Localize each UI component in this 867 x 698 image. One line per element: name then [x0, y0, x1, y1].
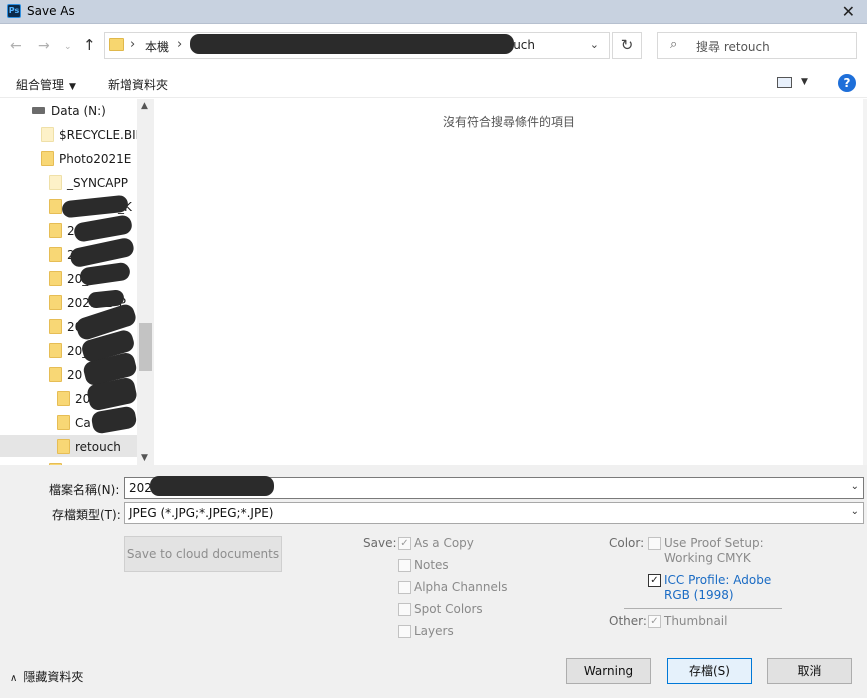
folder-icon: [49, 295, 62, 310]
view-mode-chevron-icon[interactable]: ▼: [801, 77, 808, 87]
window-title: Save As: [27, 4, 75, 18]
command-bar: 組合管理 ▼ 新增資料夾 ▼ ?: [0, 68, 867, 98]
filetype-value: JPEG (*.JPG;*.JPEG;*.JPE): [129, 506, 274, 520]
folder-icon: [57, 415, 70, 430]
tree-item-label: _SYNCAPP: [67, 176, 128, 190]
folder-icon: [49, 199, 62, 214]
redaction-mark: [190, 34, 514, 54]
checkbox-checked-icon: ✓: [648, 574, 661, 587]
folder-icon: [57, 391, 70, 406]
tree-item-label: Photo2021E: [59, 152, 132, 166]
new-folder-button[interactable]: 新增資料夾: [108, 76, 168, 93]
tree-item-label: $RECYCLE.BIN: [59, 128, 137, 142]
search-icon: ⌕: [670, 37, 678, 52]
forward-arrow-icon[interactable]: →: [38, 38, 50, 54]
chevron-up-icon: ∧: [10, 673, 18, 684]
drive-icon: [32, 107, 45, 114]
save-options-panel: 檔案名稱(N): 202 .jpg ⌄ 存檔類型(T): JPEG (*.JPG…: [0, 465, 867, 698]
search-box[interactable]: ⌕ 搜尋 retouch: [657, 32, 857, 59]
folder-icon: [109, 38, 124, 51]
folder-icon: [49, 223, 62, 238]
option-sublabel: Working CMYK: [664, 551, 751, 565]
option-label: Notes: [414, 558, 449, 572]
cancel-button[interactable]: 取消: [767, 658, 852, 684]
filetype-select[interactable]: JPEG (*.JPG;*.JPEG;*.JPE) ⌄: [124, 502, 864, 524]
option-label: Spot Colors: [414, 602, 483, 616]
option-label: Use Proof Setup:: [664, 536, 764, 550]
hide-folders-label: 隱藏資料夾: [23, 670, 84, 684]
file-list-edge: [863, 99, 867, 465]
option-label: ICC Profile: Adobe: [664, 573, 772, 587]
tree-scrollbar[interactable]: ▲ ▼: [137, 99, 154, 465]
folder-icon: [49, 175, 62, 190]
chevron-down-icon[interactable]: ⌄: [851, 506, 859, 517]
redaction-mark: [150, 476, 274, 496]
navigation-tree: Data (N:) $RECYCLE.BIN Photo2021E _SYNCA…: [0, 99, 137, 465]
organize-label: 組合管理: [16, 78, 65, 92]
scroll-down-icon[interactable]: ▼: [141, 453, 148, 463]
save-to-cloud-button[interactable]: Save to cloud documents: [124, 536, 282, 572]
checkbox-icon: [398, 625, 411, 638]
view-mode-icon[interactable]: [777, 77, 792, 88]
hide-folders-toggle[interactable]: ∧ 隱藏資料夾: [10, 668, 83, 685]
tree-item-label: Data (N:): [51, 104, 106, 118]
tree-item-retouch[interactable]: retouch: [0, 435, 137, 457]
tree-item-data-drive[interactable]: Data (N:): [0, 99, 137, 121]
options-divider: [624, 608, 782, 609]
chevron-down-icon: ▼: [69, 82, 76, 92]
option-sublabel: RGB (1998): [664, 588, 734, 602]
other-options-label: Other:: [609, 614, 647, 628]
folder-icon: [57, 439, 70, 454]
file-list-area[interactable]: 沒有符合搜尋條件的項目: [155, 99, 863, 465]
checkbox-checked-icon: ✓: [398, 537, 411, 550]
checkbox-icon: [398, 603, 411, 616]
tree-item-label: Ca: [75, 416, 91, 430]
folder-icon: [49, 271, 62, 286]
address-dropdown-chevron-icon[interactable]: ⌄: [590, 38, 599, 51]
up-folder-arrow-icon[interactable]: ↑: [83, 36, 96, 54]
option-label: Layers: [414, 624, 454, 638]
tree-item-syncapp[interactable]: _SYNCAPP: [0, 171, 137, 193]
option-label: As a Copy: [414, 536, 474, 550]
filename-label: 檔案名稱(N):: [49, 483, 120, 497]
checkbox-checked-icon: ✓: [648, 615, 661, 628]
search-input[interactable]: 搜尋 retouch: [696, 38, 770, 55]
close-icon[interactable]: ✕: [842, 2, 855, 21]
tree-item-recycle-bin[interactable]: $RECYCLE.BIN: [0, 123, 137, 145]
folder-icon: [41, 151, 54, 166]
option-label: Thumbnail: [664, 614, 728, 628]
checkbox-icon: [398, 581, 411, 594]
color-options-label: Color:: [609, 536, 645, 550]
tree-item-label: 20: [67, 368, 83, 382]
help-icon[interactable]: ?: [838, 74, 856, 92]
option-label: Alpha Channels: [414, 580, 508, 594]
breadcrumb-separator-icon: ›: [177, 37, 183, 52]
checkbox-icon: [648, 537, 661, 550]
save-options-label: Save:: [363, 536, 397, 550]
recent-locations-chevron-icon[interactable]: ⌄: [64, 42, 72, 52]
empty-results-message: 沒有符合搜尋條件的項目: [442, 115, 575, 129]
breadcrumb-this-pc[interactable]: 本機: [145, 38, 169, 55]
organize-menu-button[interactable]: 組合管理 ▼: [16, 76, 76, 93]
scrollbar-thumb[interactable]: [139, 323, 152, 371]
scroll-up-icon[interactable]: ▲: [141, 101, 148, 111]
back-arrow-icon[interactable]: ←: [10, 38, 22, 54]
filetype-label: 存檔類型(T):: [52, 508, 121, 522]
checkbox-icon: [398, 559, 411, 572]
folder-icon: [49, 319, 62, 334]
folder-icon: [49, 247, 62, 262]
breadcrumb-separator-icon: ›: [130, 37, 136, 52]
title-bar: Ps Save As ✕: [0, 0, 867, 24]
refresh-icon[interactable]: ↻: [612, 32, 642, 59]
tree-item-label: retouch: [75, 440, 121, 454]
photoshop-app-icon: Ps: [7, 4, 21, 18]
warning-button[interactable]: Warning: [566, 658, 651, 684]
folder-icon: [49, 343, 62, 358]
tree-item-photo2021e[interactable]: Photo2021E: [0, 147, 137, 169]
save-button[interactable]: 存檔(S): [667, 658, 752, 684]
folder-icon: [49, 367, 62, 382]
chevron-down-icon[interactable]: ⌄: [851, 481, 859, 492]
folder-icon: [41, 127, 54, 142]
